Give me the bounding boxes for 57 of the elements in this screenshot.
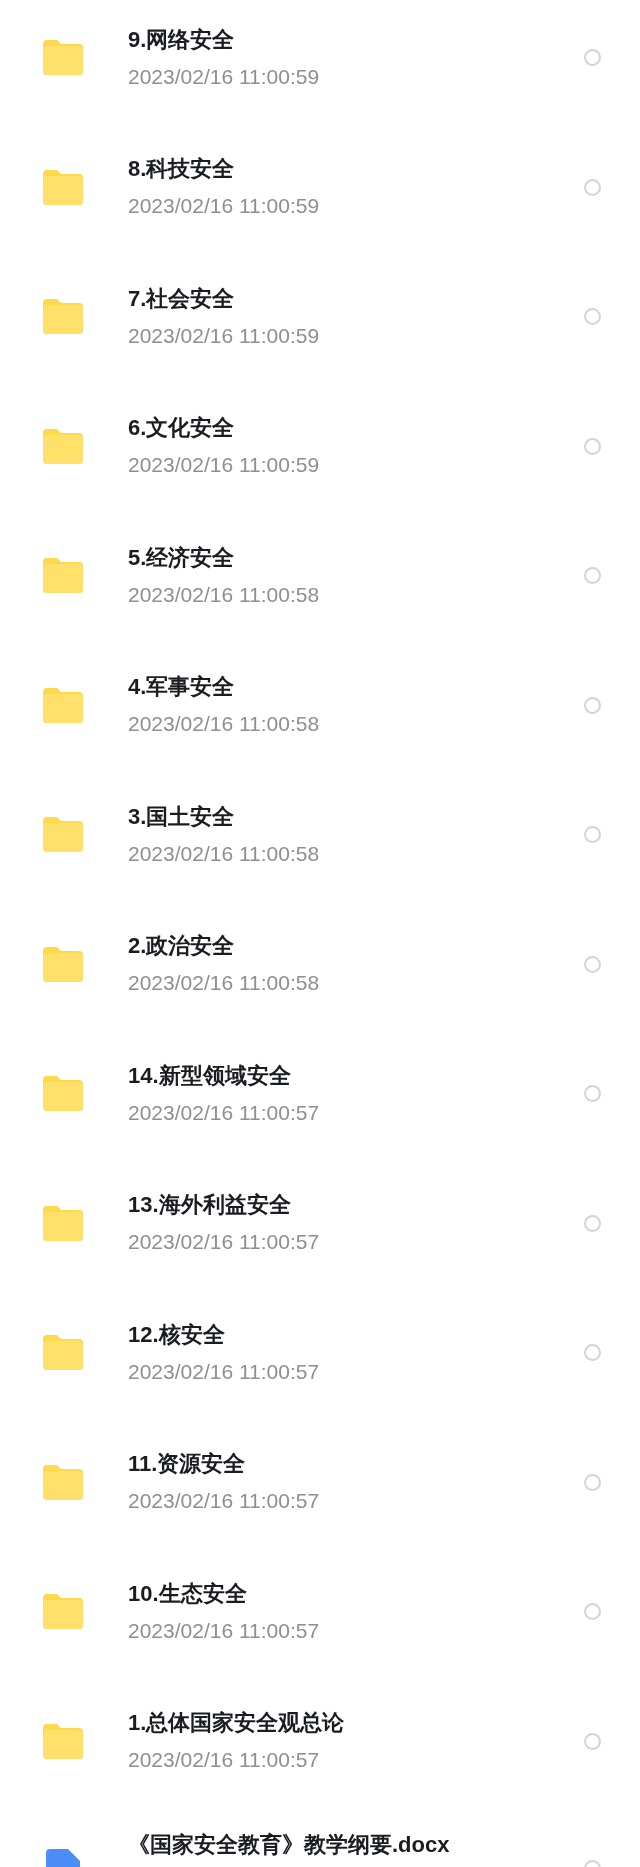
modified-date: 2023/02/16 11:00:57	[128, 1099, 321, 1126]
folder-icon	[43, 428, 83, 464]
select-radio[interactable]	[584, 437, 601, 455]
select-radio[interactable]	[584, 1473, 601, 1491]
select-radio[interactable]	[584, 826, 601, 844]
folder-icon	[43, 299, 83, 335]
modified-date: 2023/02/16 11:00:57	[128, 1747, 321, 1774]
folder-icon	[43, 1205, 83, 1241]
file-name: 11.资源安全	[128, 1450, 247, 1479]
folder-icon	[43, 946, 83, 982]
folder-icon	[43, 1464, 83, 1500]
file-name: 《国家安全教育》教学纲要.docx	[128, 1831, 451, 1859]
folder-icon	[43, 558, 83, 594]
select-radio[interactable]	[584, 308, 601, 326]
folder-icon	[43, 1723, 83, 1759]
file-name: 4.军事安全	[128, 673, 236, 702]
folder-icon	[43, 687, 83, 723]
select-radio[interactable]	[584, 567, 601, 585]
select-radio[interactable]	[584, 1732, 601, 1750]
select-radio[interactable]	[584, 1603, 601, 1621]
modified-date: 2023/02/16 11:00:57	[128, 1488, 321, 1515]
modified-date: 2023/02/16 11:00:59	[128, 193, 321, 220]
select-radio[interactable]	[584, 49, 601, 67]
modified-date: 2023/02/16 11:00:57	[128, 1617, 321, 1644]
modified-date: 2023/02/16 11:00:57	[128, 1229, 321, 1256]
select-radio[interactable]	[584, 955, 601, 973]
select-radio[interactable]	[584, 1344, 601, 1362]
select-radio[interactable]	[584, 1214, 601, 1232]
file-name: 5.经济安全	[128, 543, 236, 572]
select-radio[interactable]	[584, 1085, 601, 1103]
select-radio[interactable]	[584, 696, 601, 714]
folder-icon	[43, 817, 83, 853]
modified-date: 2023/02/16 11:00:58	[128, 970, 321, 997]
modified-date: 2023/02/16 11:00:58	[128, 581, 321, 608]
modified-date: 2023/02/16 11:00:58	[128, 840, 321, 867]
file-name: 9.网络安全	[128, 25, 236, 54]
file-name: 3.国土安全	[128, 802, 236, 831]
folder-icon	[43, 40, 83, 76]
file-name: 6.文化安全	[128, 414, 236, 443]
file-name: 8.科技安全	[128, 155, 236, 184]
file-name: 7.社会安全	[128, 284, 236, 313]
file-name: 10.生态安全	[128, 1579, 248, 1608]
folder-icon	[43, 1076, 83, 1112]
file-name: 14.新型领域安全	[128, 1061, 292, 1090]
select-radio[interactable]	[584, 178, 601, 196]
modified-date: 2023/02/16 11:00:58	[128, 711, 321, 738]
modified-date: 2023/02/16 11:00:59	[128, 322, 321, 349]
folder-icon	[43, 1594, 83, 1630]
folder-icon	[43, 169, 83, 205]
file-name: 13.海外利益安全	[128, 1191, 292, 1220]
file-name: 12.核安全	[128, 1320, 226, 1349]
folder-icon	[43, 1335, 83, 1371]
file-name: 2.政治安全	[128, 932, 236, 961]
file-name: 1.总体国家安全观总论	[128, 1709, 346, 1738]
modified-date: 2023/02/16 11:00:59	[128, 63, 321, 90]
modified-date: 2023/02/16 11:00:59	[128, 452, 321, 479]
modified-date: 2023/02/16 11:00:57	[128, 1358, 321, 1385]
